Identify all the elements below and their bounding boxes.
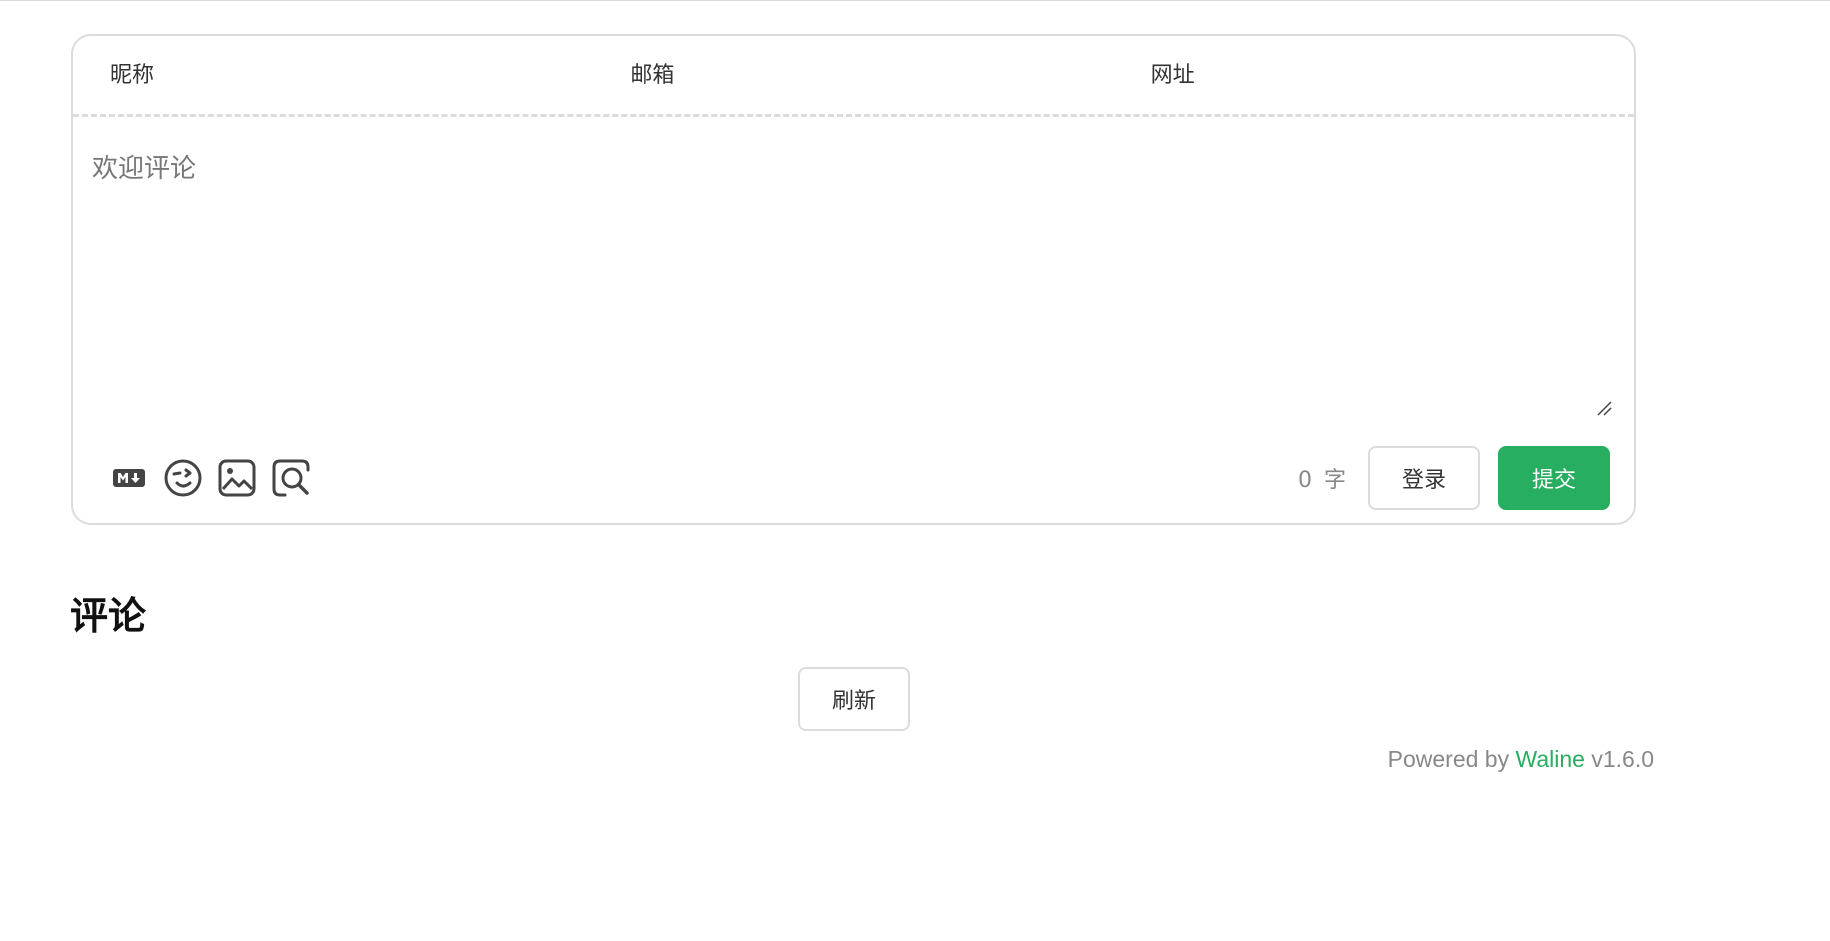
word-counter: 0字 (1298, 462, 1348, 494)
preview-icon (272, 459, 310, 497)
comment-panel: 0字 登录 提交 (71, 34, 1636, 525)
mail-input[interactable] (630, 62, 1066, 88)
powered-prefix: Powered by (1387, 746, 1516, 772)
nick-input[interactable] (110, 62, 545, 88)
powered-by: Powered by Waline v1.6.0 (1388, 746, 1654, 773)
word-count-value: 0 (1297, 468, 1314, 493)
nick-field-wrapper (73, 36, 593, 114)
word-count-unit: 字 (1323, 468, 1348, 493)
emoji-button[interactable] (161, 456, 205, 500)
link-input[interactable] (1150, 62, 1586, 88)
comment-editor (88, 134, 1612, 428)
preview-button[interactable] (269, 456, 313, 500)
refresh-button[interactable]: 刷新 (798, 667, 910, 731)
waline-link[interactable]: Waline (1516, 746, 1585, 772)
resize-handle-icon[interactable] (1594, 398, 1612, 416)
link-field-wrapper (1114, 36, 1634, 114)
markdown-icon (113, 469, 145, 487)
waline-version: v1.6.0 (1584, 746, 1654, 772)
mail-field-wrapper (593, 36, 1113, 114)
image-icon (218, 459, 256, 497)
comment-info-header (73, 36, 1634, 117)
markdown-button[interactable] (107, 456, 151, 500)
image-upload-button[interactable] (215, 456, 259, 500)
comment-textarea[interactable] (88, 134, 1612, 428)
emoji-icon (164, 459, 202, 497)
top-divider (0, 0, 1830, 1)
submit-button[interactable]: 提交 (1498, 446, 1610, 510)
comments-title: 评论 (70, 594, 147, 638)
login-button[interactable]: 登录 (1368, 446, 1480, 510)
editor-actions: 0字 登录 提交 (1298, 446, 1610, 510)
editor-toolbar (107, 456, 323, 500)
